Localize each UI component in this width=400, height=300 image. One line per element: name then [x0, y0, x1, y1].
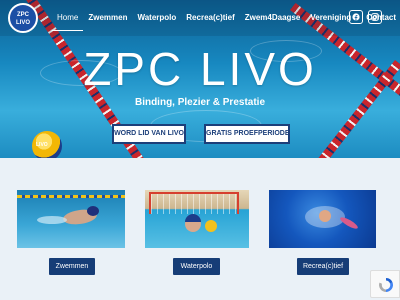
- card-image-waterpolo[interactable]: [145, 190, 249, 248]
- logo-text-top: ZPC: [17, 12, 29, 18]
- top-navbar: ZPC LIVO Home Zwemmen Waterpolo Recrea(c…: [0, 0, 400, 36]
- nav-item-waterpolo[interactable]: Waterpolo: [132, 13, 181, 31]
- instagram-icon[interactable]: [368, 10, 382, 24]
- diver-suit: [338, 215, 360, 231]
- trial-button[interactable]: GRATIS PROEFPERIODE: [204, 124, 290, 144]
- nav-item-zwem4daagse[interactable]: Zwem4Daagse: [240, 13, 306, 31]
- hero-tagline: Binding, Plezier & Prestatie: [134, 97, 266, 108]
- water-polo-ball: LIVO: [32, 131, 62, 158]
- lane-rope: [17, 195, 125, 198]
- card-image-recreactief[interactable]: [269, 190, 376, 248]
- club-logo[interactable]: ZPC LIVO: [8, 3, 38, 33]
- zwemmen-button[interactable]: Zwemmen: [49, 258, 95, 275]
- swim-cap: [87, 206, 99, 216]
- nav-item-zwemmen[interactable]: Zwemmen: [83, 13, 132, 31]
- nav-item-home[interactable]: Home: [52, 13, 84, 31]
- recreactief-button[interactable]: Recrea(c)tief: [297, 258, 349, 275]
- hero-title: ZPC LIVO: [83, 43, 317, 95]
- recaptcha-icon: [379, 278, 394, 292]
- polo-ball: [205, 220, 217, 232]
- join-button[interactable]: WORD LID VAN LIVO: [112, 124, 186, 144]
- goal-net: [149, 192, 239, 214]
- facebook-icon[interactable]: [349, 10, 363, 24]
- splash: [37, 216, 67, 224]
- diver-figure: [319, 210, 331, 222]
- player-cap: [185, 214, 201, 222]
- card-image-zwemmen[interactable]: [17, 190, 125, 248]
- recaptcha-badge[interactable]: [370, 270, 400, 298]
- nav-item-recreactief[interactable]: Recrea(c)tief: [181, 13, 239, 31]
- hero-banner: LIVO ZPC LIVO Home Zwemmen Waterpolo Rec…: [0, 0, 400, 158]
- nav-item-vereniging-label: Vereniging: [310, 13, 352, 22]
- ball-label: LIVO: [36, 142, 48, 148]
- main-nav: Home Zwemmen Waterpolo Recrea(c)tief Zwe…: [52, 13, 400, 31]
- waterpolo-button[interactable]: Waterpolo: [173, 258, 220, 275]
- logo-text-bottom: LIVO: [15, 20, 30, 26]
